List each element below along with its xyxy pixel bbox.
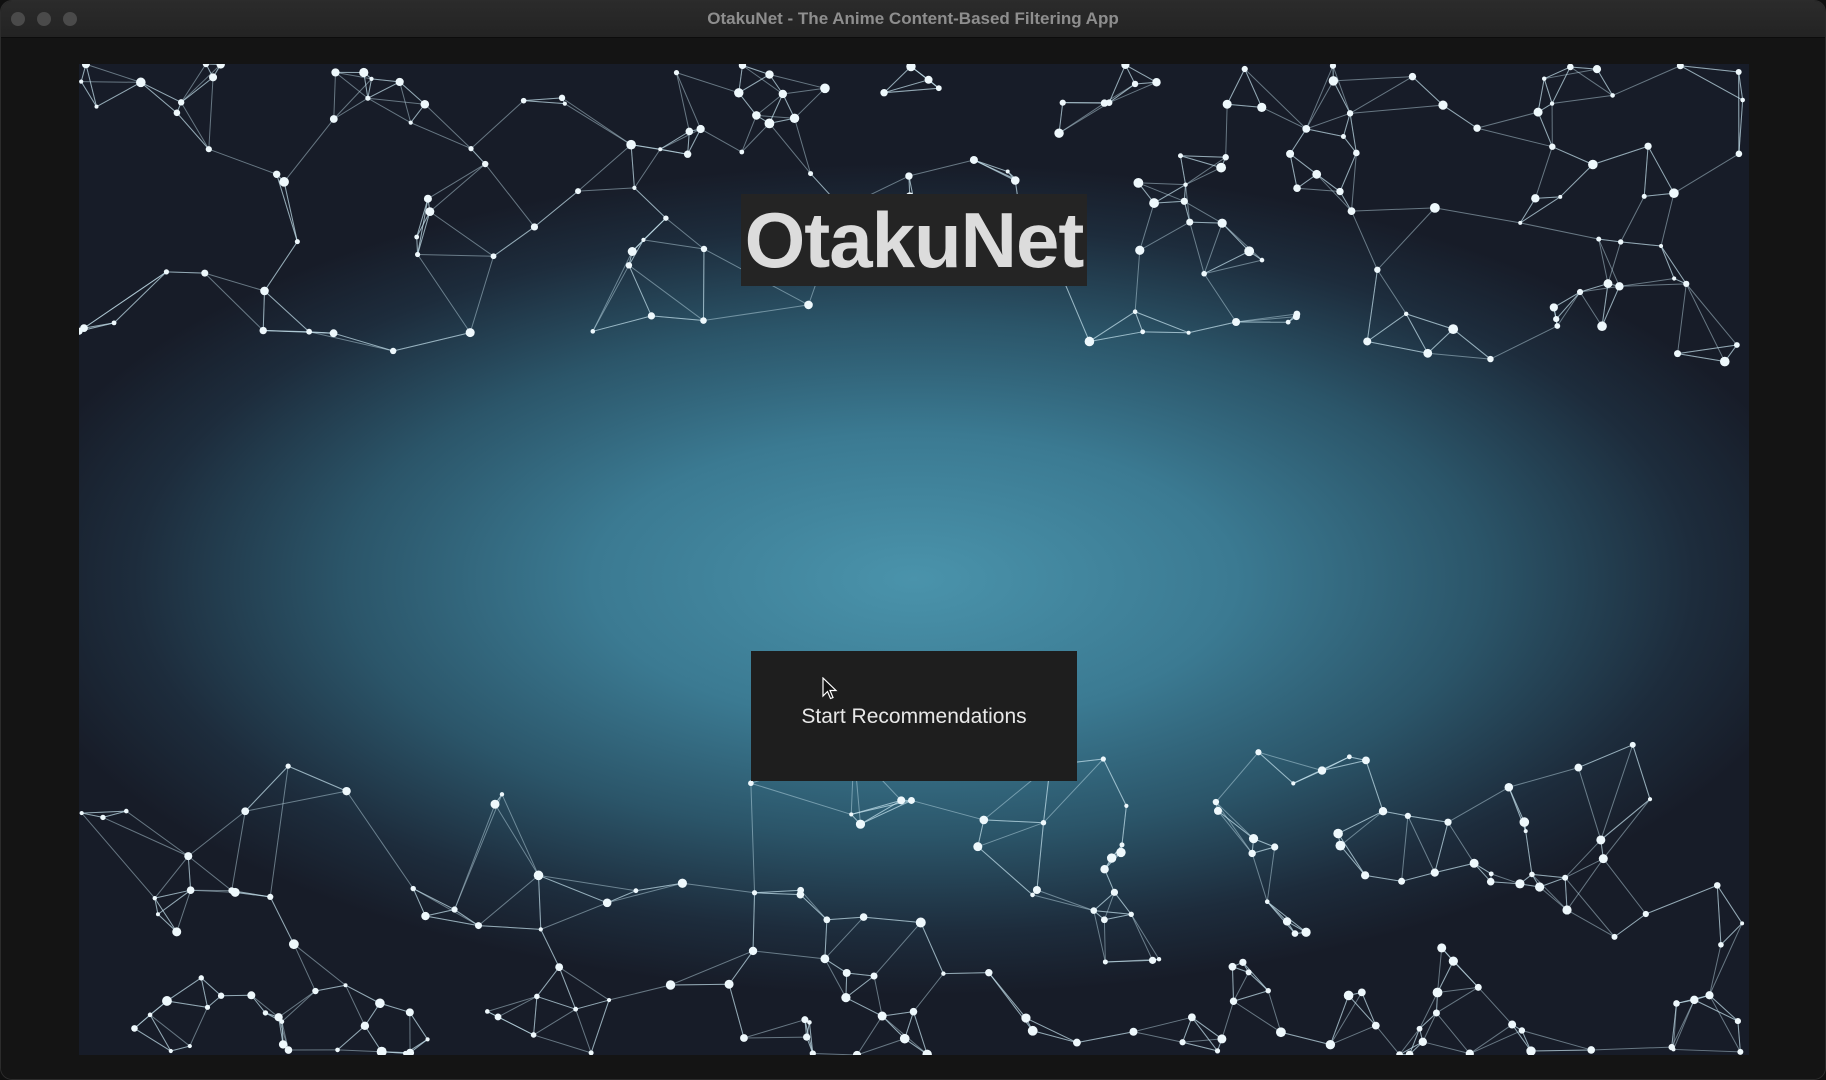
background-image: OtakuNet Start Recommendations — [79, 64, 1749, 1055]
mouse-cursor-icon — [822, 677, 838, 700]
title-bar: OtakuNet - The Anime Content-Based Filte… — [1, 1, 1825, 38]
window-title: OtakuNet - The Anime Content-Based Filte… — [707, 9, 1119, 28]
app-window: OtakuNet - The Anime Content-Based Filte… — [0, 0, 1826, 1080]
app-title: OtakuNet — [741, 194, 1087, 286]
start-recommendations-button[interactable]: Start Recommendations — [751, 651, 1077, 781]
main-content: OtakuNet Start Recommendations — [1, 38, 1825, 1079]
